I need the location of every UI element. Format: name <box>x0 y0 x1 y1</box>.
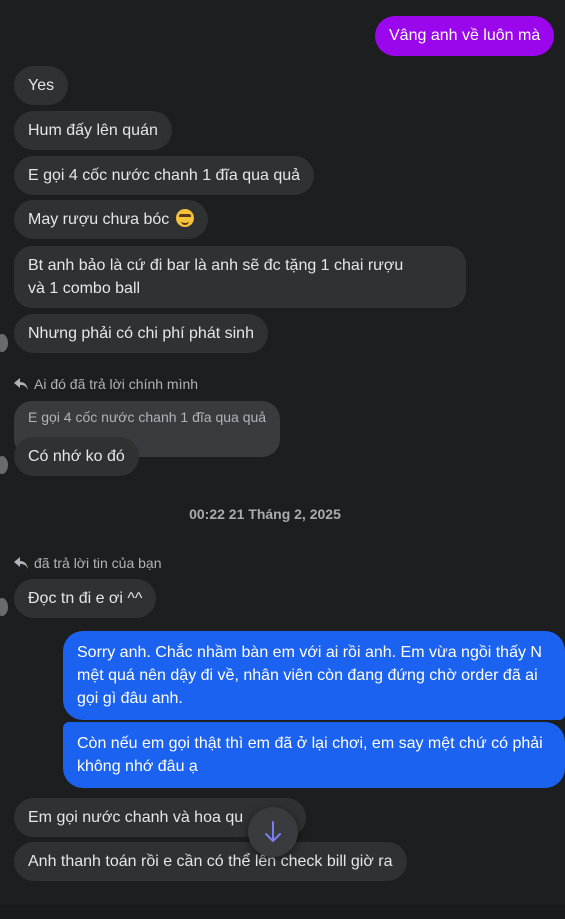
message-incoming[interactable]: May rượu chưa bóc <box>14 200 208 239</box>
message-outgoing[interactable]: Vâng anh về luôn mà <box>375 16 555 56</box>
message-text: May rượu chưa bóc <box>28 211 170 228</box>
reply-label-text: đã trả lời tin của bạn <box>34 555 162 571</box>
sweat-smile-emoji <box>175 209 194 227</box>
message-incoming[interactable]: Bt anh bảo là cứ đi bar là anh sẽ đc tặn… <box>14 246 466 308</box>
message-outgoing[interactable]: Còn nếu em gọi thật thì em đã ở lại chơi… <box>63 722 565 788</box>
message-incoming[interactable]: Có nhớ ko đó <box>14 437 139 476</box>
scroll-to-bottom-button[interactable] <box>248 807 298 857</box>
reply-arrow-icon <box>14 557 28 569</box>
timestamp: 00:22 21 Tháng 2, 2025 <box>189 506 341 522</box>
bottom-strip <box>0 905 565 919</box>
message-incoming[interactable]: Nhưng phải có chi phí phát sinh <box>14 314 268 353</box>
reply-indicator: Ai đó đã trả lời chính mình <box>14 376 198 392</box>
message-incoming[interactable]: Hum đấy lên quán <box>14 111 172 150</box>
avatar[interactable] <box>0 332 10 354</box>
message-incoming[interactable]: Yes <box>14 66 69 105</box>
avatar[interactable] <box>0 454 10 476</box>
reply-indicator: đã trả lời tin của bạn <box>14 555 161 571</box>
reply-arrow-icon <box>14 378 28 390</box>
reply-label-text: Ai đó đã trả lời chính mình <box>34 376 199 392</box>
avatar[interactable] <box>0 596 10 618</box>
message-outgoing[interactable]: Sorry anh. Chắc nhầm bàn em với ai rồi a… <box>63 631 565 720</box>
message-incoming[interactable]: E gọi 4 cốc nước chanh 1 đĩa qua quả <box>14 156 315 195</box>
message-incoming[interactable]: Đọc tn đi e ơi ^^ <box>14 579 157 618</box>
arrow-down-icon <box>265 821 281 842</box>
message-incoming[interactable]: Anh thanh toán rồi e cần có thể lên chec… <box>14 842 407 881</box>
